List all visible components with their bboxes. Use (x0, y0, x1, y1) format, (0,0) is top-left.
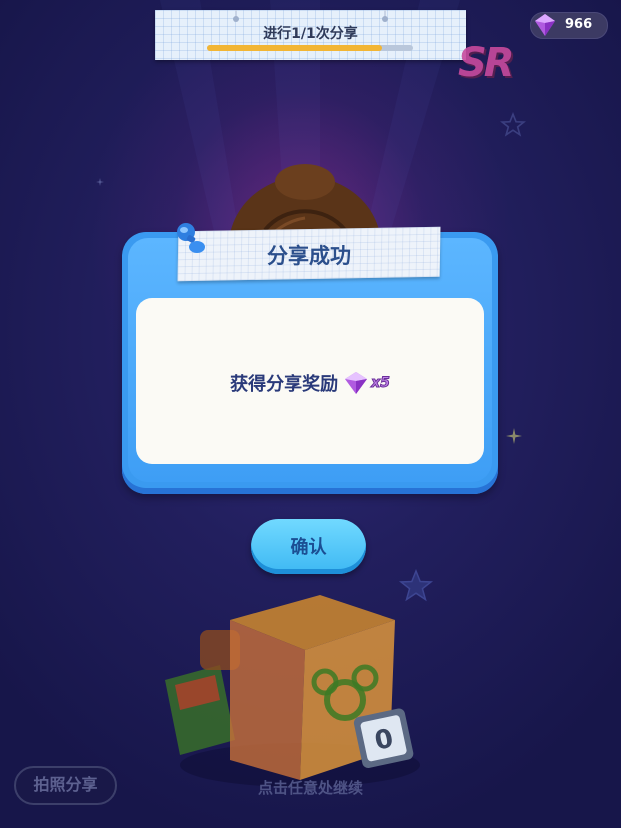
dialog-title: 分享成功 (267, 244, 351, 268)
reward-text: 获得分享奖励 (230, 374, 339, 395)
sparkle-icon (96, 178, 104, 186)
sparkle-icon (506, 428, 522, 444)
share-progress-fill (207, 45, 383, 51)
confirm-button-label: 确认 (290, 536, 327, 557)
share-progress-card: 进行1/1次分享 (155, 10, 466, 60)
reward-quantity: x5 (371, 375, 391, 392)
sr-rarity-badge: SR (458, 40, 515, 86)
gem-count: 966 (565, 17, 593, 32)
confirm-button[interactable]: 确认 (251, 519, 366, 574)
pin-dot (233, 16, 239, 22)
gem-counter[interactable]: 966 (530, 12, 608, 39)
tap-to-continue-hint[interactable]: 点击任意处继续 (0, 777, 621, 798)
share-progress-bar (207, 45, 413, 51)
pin-dot (382, 16, 388, 22)
star-icon (500, 112, 526, 137)
share-progress-text: 进行1/1次分享 (263, 26, 358, 42)
purple-gem-icon (535, 14, 555, 36)
reward-row: 获得分享奖励 x5 (122, 368, 498, 398)
mystery-box-illustration: 0 (165, 595, 420, 787)
purple-gem-icon (345, 372, 368, 394)
